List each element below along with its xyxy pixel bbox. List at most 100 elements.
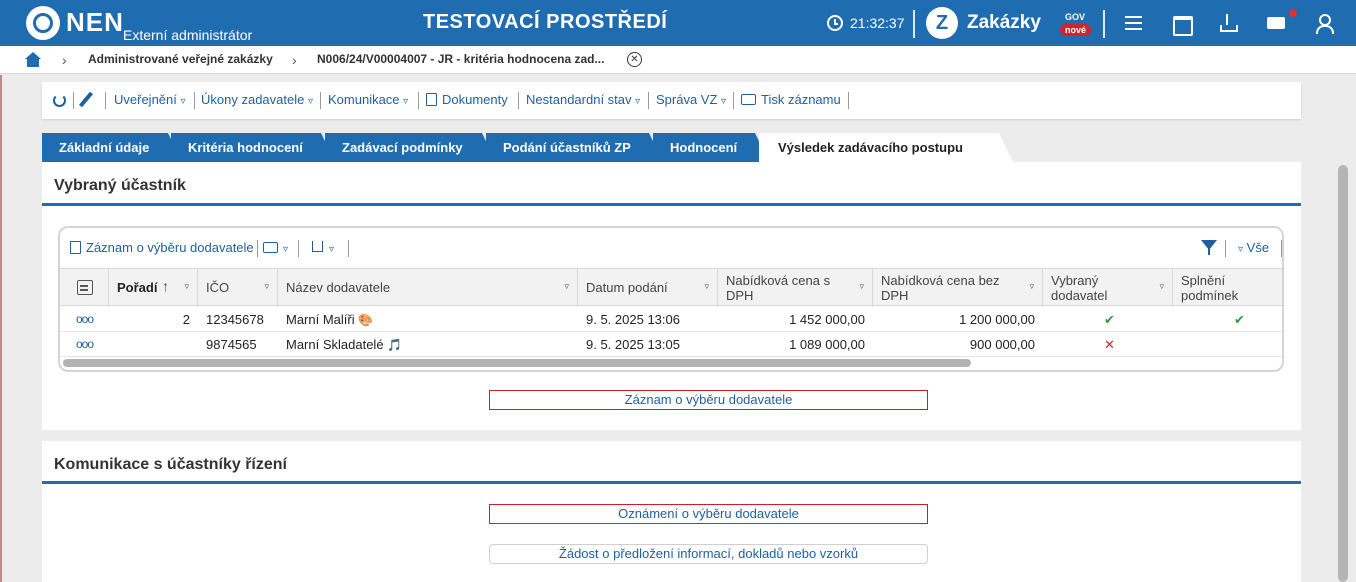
section-divider (42, 481, 1301, 484)
column-label: Nabídková cena s DPH (726, 273, 831, 303)
column-label: Splnění podmínek (1181, 273, 1239, 303)
cell-cena-s-dph: 1 089 000,00 (789, 337, 865, 352)
tab-vysledek-zadavaciho-postupu[interactable]: Výsledek zadávacího postupu (759, 133, 1013, 162)
toolbar-divider (518, 92, 519, 109)
cell-nazev: Marní Skladatelé 🎵 (286, 337, 403, 352)
top-bar: NEN Externí administrátor TESTOVACÍ PROS… (0, 0, 1356, 46)
section-title: Vybraný účastník (54, 177, 186, 194)
column-label: IČO (206, 280, 230, 295)
divider (1103, 10, 1105, 38)
download-icon[interactable] (1218, 12, 1240, 34)
zakazky-link[interactable]: Zakázky (967, 12, 1041, 34)
toolbar-divider (73, 92, 74, 109)
column-header-splneni[interactable]: Splnění podmínek (1173, 269, 1282, 307)
record-selection-button[interactable]: Záznam o výběru dodavatele (489, 390, 928, 410)
toolbar-divider (1281, 240, 1282, 257)
filter-all-dropdown[interactable]: ▿ Vše (1238, 240, 1269, 255)
grid-horizontal-scrollbar[interactable] (63, 359, 971, 367)
column-header-ico[interactable]: IČO ▿ (198, 269, 278, 307)
notification-dot (1289, 9, 1297, 17)
share-icon (312, 241, 323, 252)
user-icon[interactable] (1313, 12, 1335, 34)
filter-dropdown-icon[interactable]: ▿ (264, 281, 269, 292)
nen-logo-icon[interactable] (26, 6, 60, 40)
refresh-icon[interactable] (53, 94, 66, 107)
print-icon (263, 242, 278, 253)
menu-nestandardni-stav[interactable]: Nestandardní stav ▿ (526, 92, 640, 107)
tab-zakladni-udaje[interactable]: Základní údaje (42, 133, 182, 162)
mail-icon[interactable] (1266, 12, 1288, 34)
section-divider (42, 203, 1301, 206)
grid-export-button[interactable]: ▿ (312, 240, 334, 255)
menu-dokumenty[interactable]: Dokumenty (426, 92, 508, 107)
cell-datum: 9. 5. 2025 13:05 (586, 337, 680, 352)
filter-icon[interactable] (1201, 240, 1217, 255)
tab-podani-ucastniku[interactable]: Podání účastníků ZP (486, 133, 663, 162)
zakazky-gov-label: GOV (1065, 12, 1086, 22)
participants-grid: Záznam o výběru dodavatele ▿ ▿ ▿ Vše Poř… (58, 226, 1284, 372)
column-header-vybrany[interactable]: Vybraný dodavatel ▿ (1043, 269, 1173, 307)
toolbar-divider (348, 240, 349, 257)
tab-zadavaci-podminky[interactable]: Zadávací podmínky (325, 133, 496, 162)
table-row[interactable]: ooo 2 12345678 Marní Malíři 🎨 9. 5. 2025… (60, 307, 1282, 332)
menu-ukony-zadavatele[interactable]: Úkony zadavatele ▿ (201, 92, 313, 107)
row-menu-icon[interactable]: ooo (76, 312, 94, 326)
breadcrumb-item-current[interactable]: N006/24/V00004007 - JR - kritéria hodnoc… (317, 52, 604, 66)
session-time: 21:32:37 (850, 15, 905, 31)
column-settings-icon[interactable] (77, 280, 93, 295)
sort-ascending-icon[interactable]: ↑ (162, 278, 169, 294)
filter-dropdown-icon[interactable]: ▿ (704, 281, 709, 292)
table-row[interactable]: ooo 9874565 Marní Skladatelé 🎵 9. 5. 202… (60, 332, 1282, 357)
window-edge (0, 75, 2, 582)
edit-icon[interactable] (79, 91, 93, 108)
column-header-cena-bez-dph[interactable]: Nabídková cena bez DPH ▿ (873, 269, 1043, 307)
home-icon[interactable] (24, 52, 42, 68)
breadcrumb-item-administrovane[interactable]: Administrované veřejné zakázky (88, 52, 273, 66)
record-selection-link[interactable]: Záznam o výběru dodavatele (70, 240, 254, 255)
toolbar-divider (257, 240, 258, 257)
palette-icon: 🎨 (358, 313, 374, 327)
close-tab-icon[interactable]: ✕ (627, 52, 642, 67)
toolbar-divider (1225, 240, 1226, 257)
grid-print-button[interactable]: ▿ (263, 240, 288, 255)
zakazky-logo-icon[interactable]: Z (926, 7, 958, 39)
cell-cena-bez-dph: 1 200 000,00 (959, 312, 1035, 327)
menu-sprava-vz[interactable]: Správa VZ ▿ (656, 92, 726, 107)
selected-participant-panel: Vybraný účastník Záznam o výběru dodavat… (42, 162, 1301, 430)
column-header-datum[interactable]: Datum podání ▿ (578, 269, 718, 307)
column-header-cena-s-dph[interactable]: Nabídková cena s DPH ▿ (718, 269, 873, 307)
menu-icon[interactable] (1123, 12, 1145, 34)
cross-icon: ✕ (1104, 337, 1115, 352)
document-icon (426, 93, 437, 106)
chevron-right-icon: › (62, 52, 67, 68)
toolbar-divider (320, 92, 321, 109)
column-label: Datum podání (586, 280, 668, 295)
tab-hodnoceni[interactable]: Hodnocení (653, 133, 769, 162)
menu-uverejneni[interactable]: Uveřejnění ▿ (114, 92, 186, 107)
filter-dropdown-icon[interactable]: ▿ (564, 281, 569, 292)
filter-dropdown-icon[interactable]: ▿ (859, 281, 864, 292)
menu-komunikace[interactable]: Komunikace ▿ (328, 92, 408, 107)
tab-kriteria-hodnoceni[interactable]: Kritéria hodnocení (171, 133, 335, 162)
filter-dropdown-icon[interactable]: ▿ (184, 281, 189, 292)
column-header-poradi[interactable]: Pořadí ↑ ▿ (109, 269, 198, 307)
communication-panel: Komunikace s účastníky řízení Oznámení o… (42, 441, 1301, 582)
check-icon: ✔ (1234, 312, 1245, 327)
breadcrumb: › Administrované veřejné zakázky › N006/… (0, 46, 1356, 74)
cell-ico: 9874565 (206, 337, 257, 352)
toolbar-divider (194, 92, 195, 109)
cell-datum: 9. 5. 2025 13:06 (586, 312, 680, 327)
chevron-right-icon: › (292, 52, 297, 68)
announcement-selection-button[interactable]: Oznámení o výběru dodavatele (489, 504, 928, 524)
page-scrollbar-thumb[interactable] (1338, 165, 1348, 582)
filter-dropdown-icon[interactable]: ▿ (1159, 281, 1164, 292)
request-documents-button[interactable]: Žádost o předložení informací, dokladů n… (489, 544, 928, 564)
menu-tisk-zaznamu[interactable]: Tisk záznamu (741, 92, 841, 107)
column-header-nazev[interactable]: Název dodavatele ▿ (278, 269, 578, 307)
calendar-icon[interactable] (1171, 12, 1193, 36)
check-icon: ✔ (1104, 312, 1115, 327)
filter-dropdown-icon[interactable]: ▿ (1029, 281, 1034, 292)
row-menu-icon[interactable]: ooo (76, 337, 94, 351)
column-settings[interactable] (60, 269, 109, 307)
nen-logo-text[interactable]: NEN (66, 7, 124, 38)
